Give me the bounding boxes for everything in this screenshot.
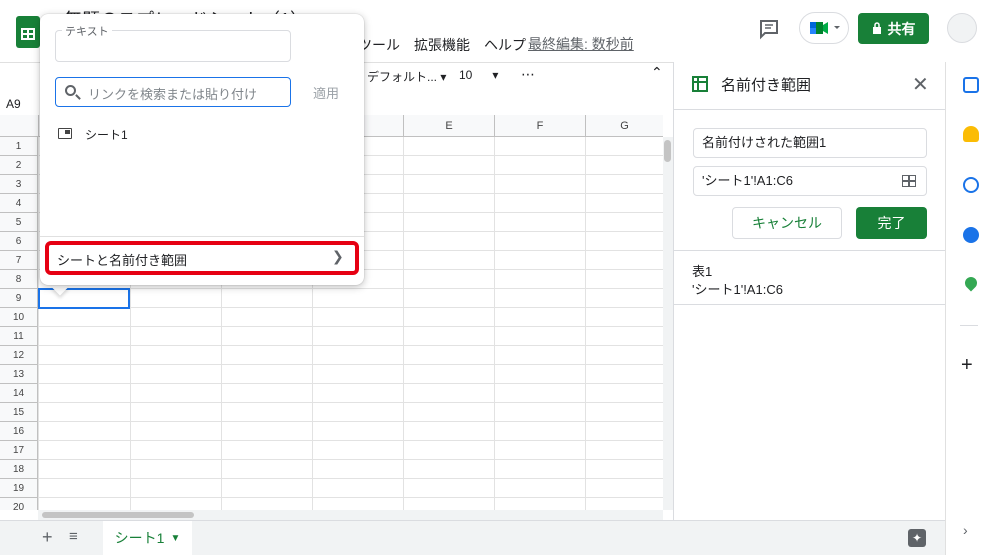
row-header-9[interactable]: 9 <box>0 289 38 308</box>
chevron-right-icon: ❯ <box>332 248 344 264</box>
link-target-sheet[interactable]: シート1 <box>56 126 346 146</box>
row-header-1[interactable]: 1 <box>0 137 38 156</box>
horizontal-scroll-thumb[interactable] <box>42 512 194 518</box>
sheet-tab-label: シート1 <box>114 530 165 546</box>
row-header-14[interactable]: 14 <box>0 384 38 403</box>
range-ref-input[interactable]: 'シート1'!A1:C6 <box>693 166 927 196</box>
row-gridline <box>38 459 663 460</box>
all-sheets-button[interactable]: ≡ <box>69 528 78 545</box>
named-ranges-panel: 名前付き範囲 ✕ 名前付けされた範囲1 'シート1'!A1:C6 キャンセル 完… <box>673 62 946 520</box>
row-header-20[interactable]: 20 <box>0 498 38 510</box>
row-header-3[interactable]: 3 <box>0 175 38 194</box>
row-gridline <box>38 288 663 289</box>
font-select[interactable]: デフォルト... ▾ <box>367 68 446 85</box>
done-button[interactable]: 完了 <box>856 207 927 239</box>
sheets-logo-icon[interactable] <box>16 16 40 48</box>
row-header-2[interactable]: 2 <box>0 156 38 175</box>
menu-tools[interactable]: ツール <box>358 35 400 55</box>
sheets-and-named-ranges-button[interactable]: シートと名前付き範囲 ❯ <box>45 241 359 275</box>
named-range-item[interactable]: 表1 'シート1'!A1:C6 <box>674 251 946 305</box>
row-header-18[interactable]: 18 <box>0 460 38 479</box>
row-gridline <box>38 478 663 479</box>
row-header-8[interactable]: 8 <box>0 270 38 289</box>
sheet-tab-icon <box>58 128 72 139</box>
row-header-12[interactable]: 12 <box>0 346 38 365</box>
menu-bar: ツール 拡張機能 ヘルプ <box>358 35 526 55</box>
avatar[interactable] <box>947 13 977 43</box>
menu-extensions[interactable]: 拡張機能 <box>414 35 470 55</box>
named-ranges-label: シートと名前付き範囲 <box>57 253 188 268</box>
calendar-icon[interactable] <box>963 77 979 93</box>
keep-icon[interactable] <box>963 126 979 142</box>
row-header-4[interactable]: 4 <box>0 194 38 213</box>
range-ref-value: 'シート1'!A1:C6 <box>702 173 793 188</box>
apply-button[interactable]: 適用 <box>313 83 339 102</box>
column-header-g[interactable]: G <box>585 115 663 137</box>
row-header-15[interactable]: 15 <box>0 403 38 422</box>
insert-link-popup: テキスト リンクを検索または貼り付け 適用 シート1 シートと名前付き範囲 ❯ <box>40 14 364 285</box>
column-header-f[interactable]: F <box>494 115 585 137</box>
more-tools-icon[interactable]: ⋯ <box>521 66 535 83</box>
side-apps-bar <box>945 62 991 555</box>
panel-title: 名前付き範囲 <box>721 77 812 94</box>
share-button[interactable]: 共有 <box>858 13 929 44</box>
divider <box>960 325 978 326</box>
range-name-input[interactable]: 名前付けされた範囲1 <box>693 128 927 158</box>
row-header-17[interactable]: 17 <box>0 441 38 460</box>
row-header-7[interactable]: 7 <box>0 251 38 270</box>
name-box[interactable]: A9 <box>6 97 21 111</box>
row-gridline <box>38 345 663 346</box>
lock-icon <box>872 21 882 37</box>
divider <box>40 236 364 237</box>
meet-button[interactable] <box>799 12 849 44</box>
explore-icon[interactable]: ✦ <box>908 529 926 547</box>
row-gridline <box>38 307 663 308</box>
cancel-button[interactable]: キャンセル <box>732 207 842 239</box>
row-gridline <box>38 383 663 384</box>
row-gridline <box>38 421 663 422</box>
named-range-item-ref: 'シート1'!A1:C6 <box>692 282 783 297</box>
named-range-item-name: 表1 <box>692 264 713 279</box>
add-sheet-button[interactable]: + <box>42 527 53 548</box>
collapse-menu-icon[interactable]: ⌃ <box>651 64 663 81</box>
row-header-16[interactable]: 16 <box>0 422 38 441</box>
menu-help[interactable]: ヘルプ <box>484 35 526 55</box>
sheet-tab[interactable]: シート1 ▼ <box>103 521 192 555</box>
chevron-down-icon: ▼ <box>170 532 181 544</box>
share-label: 共有 <box>887 20 916 37</box>
row-gridline <box>38 326 663 327</box>
get-addons-icon[interactable]: + <box>961 354 973 377</box>
selected-cell-a9[interactable] <box>38 288 130 309</box>
row-gridline <box>38 497 663 498</box>
comment-history-icon[interactable] <box>757 17 781 41</box>
vertical-scrollbar[interactable] <box>663 137 673 510</box>
row-header-13[interactable]: 13 <box>0 365 38 384</box>
table-icon <box>692 76 708 92</box>
row-header-11[interactable]: 11 <box>0 327 38 346</box>
row-header-5[interactable]: 5 <box>0 213 38 232</box>
row-header-19[interactable]: 19 <box>0 479 38 498</box>
link-search-placeholder: リンクを検索または貼り付け <box>88 87 258 102</box>
maps-icon[interactable] <box>962 274 980 292</box>
last-edit-link[interactable]: 最終編集: 数秒前 <box>528 34 634 54</box>
column-header-e[interactable]: E <box>403 115 494 137</box>
row-gridline <box>38 364 663 365</box>
link-search-input[interactable]: リンクを検索または貼り付け <box>55 77 291 107</box>
chevron-right-icon[interactable]: › <box>963 522 968 538</box>
panel-header: 名前付き範囲 ✕ <box>674 62 946 110</box>
row-gridline <box>38 440 663 441</box>
vertical-scroll-thumb[interactable] <box>664 140 671 162</box>
link-text-label: テキスト <box>62 23 112 39</box>
select-range-icon[interactable] <box>902 175 916 187</box>
row-header-10[interactable]: 10 <box>0 308 38 327</box>
row-gridline <box>38 402 663 403</box>
row-header-6[interactable]: 6 <box>0 232 38 251</box>
contacts-icon[interactable] <box>963 227 979 243</box>
tasks-icon[interactable] <box>963 177 979 193</box>
font-size-select[interactable]: 10 ▾ <box>459 68 498 82</box>
sheet-item-label: シート1 <box>85 128 128 142</box>
search-icon <box>65 85 76 96</box>
close-icon[interactable]: ✕ <box>912 72 929 97</box>
